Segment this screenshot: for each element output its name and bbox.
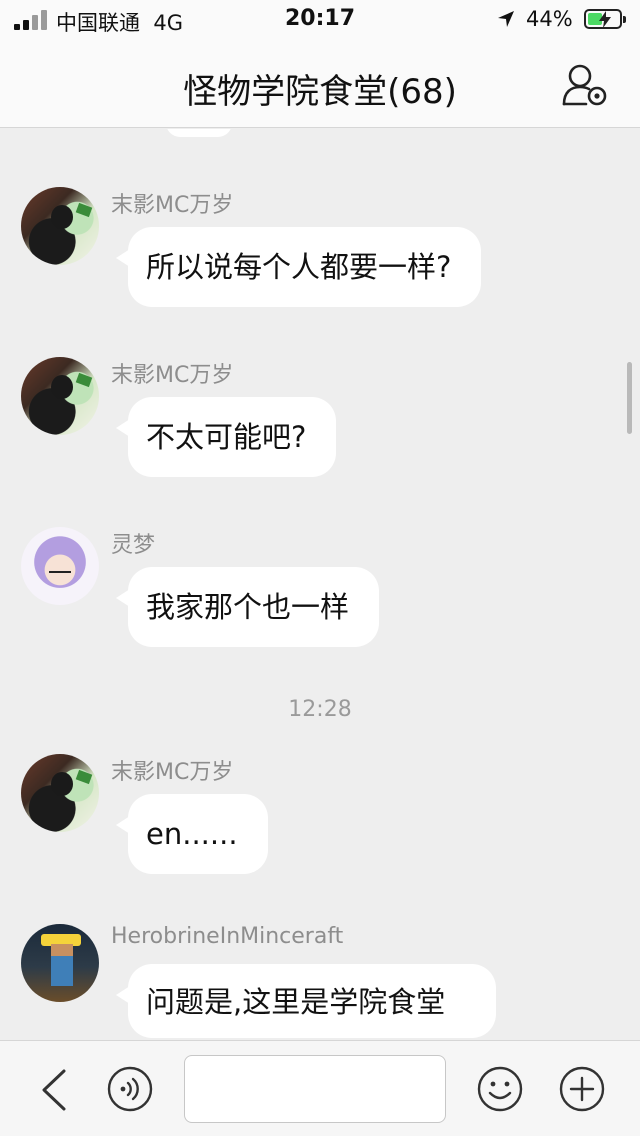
message-bubble[interactable]: 所以说每个人都要一样? (115, 227, 482, 307)
message-input[interactable] (184, 1055, 446, 1123)
message-bubble[interactable]: 不太可能吧? (115, 397, 337, 477)
sender-name: 灵梦 (111, 533, 156, 558)
plus-icon[interactable] (558, 1065, 606, 1113)
back-chevron-icon[interactable] (34, 1067, 74, 1113)
location-arrow-icon (498, 11, 514, 27)
sender-name: 末影MC万岁 (111, 193, 234, 218)
message-bubble[interactable]: 问题是,这里是学院食堂 (116, 964, 496, 1038)
group-settings-icon[interactable] (560, 62, 610, 108)
avatar-endermc[interactable] (21, 187, 99, 265)
avatar-endermc[interactable] (21, 754, 99, 832)
avatar-herobrine[interactable] (21, 924, 99, 1002)
scroll-indicator[interactable] (627, 362, 632, 434)
battery-percent: 44% (526, 7, 573, 31)
avatar-reimu[interactable] (21, 527, 99, 605)
voice-icon[interactable] (106, 1065, 154, 1113)
chat-history[interactable]: 末影MC万岁 所以说每个人都要一样? 末影MC万岁 不太可能吧? 灵梦 我家那个… (0, 129, 640, 1040)
previous-message-fragment (166, 129, 232, 137)
sender-name: 末影MC万岁 (111, 760, 234, 785)
chat-header: 怪物学院食堂(68) (0, 40, 640, 128)
battery-charging-icon (584, 9, 626, 29)
input-bar (0, 1040, 640, 1136)
message-bubble[interactable]: en...... (116, 794, 268, 874)
group-title: 怪物学院食堂(68) (183, 72, 457, 112)
message-bubble[interactable]: 我家那个也一样 (115, 567, 380, 647)
sender-name: HerobrineInMinceraft (111, 924, 344, 949)
emoji-icon[interactable] (476, 1065, 524, 1113)
time-divider: 12:28 (288, 697, 352, 722)
sender-name: 末影MC万岁 (111, 363, 234, 388)
status-bar: 中国联通 4G 20:17 44% (0, 0, 640, 40)
avatar-endermc[interactable] (21, 357, 99, 435)
